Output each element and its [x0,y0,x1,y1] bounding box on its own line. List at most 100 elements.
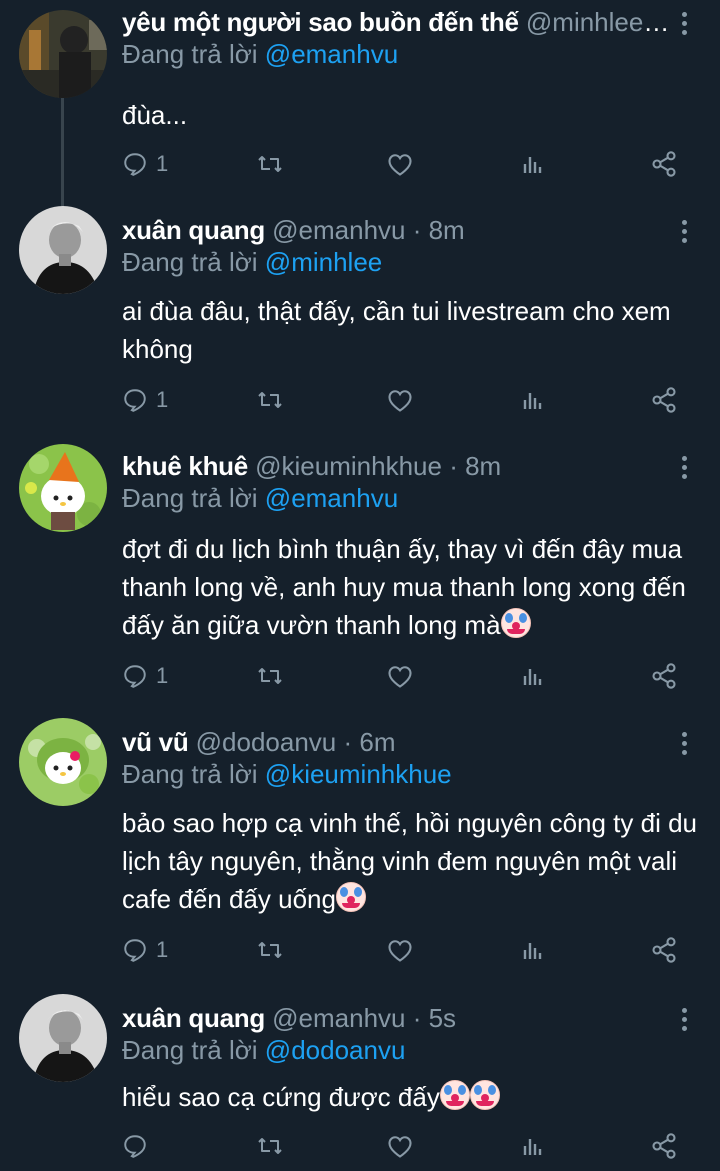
tweet-text-content: hiểu sao cạ cứng được đấy [122,1082,440,1112]
more-vertical-icon[interactable] [682,12,690,39]
retweet-button[interactable] [256,658,284,694]
like-button[interactable] [386,658,414,694]
heart-icon [388,666,412,688]
analytics-button[interactable] [520,658,544,694]
clown-face-emoji [439,1080,470,1110]
display-name[interactable]: vũ vũ [122,727,189,757]
tweet[interactable]: vũ vũ @dodoanvu · 6m Đang trả lời @kieum… [0,718,720,992]
handle[interactable]: @minhlee ·... [526,7,676,37]
replying-to: Đang trả lời @dodoanvu [122,1034,405,1066]
display-name[interactable]: yêu một người sao buồn đến thế [122,7,519,37]
reply-button[interactable]: 1 [122,146,168,182]
tweet-text: đợt đi du lịch bình thuận ấy, thay vì đế… [122,530,700,644]
share-icon [652,937,676,963]
share-button[interactable] [650,146,678,182]
mention-link[interactable]: @kieuminhkhue [265,759,452,789]
tweet-text: hiểu sao cạ cứng được đấy [122,1078,700,1116]
retweet-icon [258,1138,282,1154]
reply-count: 1 [156,387,169,412]
tweet-header: xuân quang @emanhvu · 8m [122,214,676,246]
handle[interactable]: @dodoanvu · 6m [196,727,396,757]
avatar[interactable] [19,444,107,532]
share-button[interactable] [650,932,678,968]
retweet-icon [258,668,282,684]
handle[interactable]: @emanhvu · 5s [272,1003,456,1033]
share-icon [652,1133,676,1159]
like-button[interactable] [386,382,414,418]
avatar[interactable] [19,718,107,806]
clown-face-emoji [335,882,366,912]
share-button[interactable] [650,658,678,694]
heart-icon [388,154,412,176]
reply-button[interactable]: 1 [122,382,168,418]
share-icon [652,387,676,413]
heart-icon [388,940,412,962]
like-button[interactable] [386,932,414,968]
more-vertical-icon[interactable] [682,220,690,247]
analytics-button[interactable] [520,382,544,418]
replying-prefix: Đang trả lời [122,1035,258,1065]
share-button[interactable] [650,1128,678,1164]
analytics-icon [523,393,542,409]
share-button[interactable] [650,382,678,418]
display-name[interactable]: xuân quang [122,215,265,245]
avatar[interactable] [19,206,107,294]
avatar[interactable] [19,10,107,98]
tweet[interactable]: yêu một người sao buồn đến thế @minhlee … [0,0,720,212]
action-bar: 1 [122,932,682,968]
tweet-header: khuê khuê @kieuminhkhue · 8m [122,450,676,482]
display-name[interactable]: xuân quang [122,1003,265,1033]
tweet[interactable]: xuân quang @emanhvu · 5s Đang trả lời @d… [0,994,720,1171]
retweet-button[interactable] [256,932,284,968]
clown-face-emoji [500,608,531,638]
thread-line [61,96,64,212]
tweet[interactable]: xuân quang @emanhvu · 8m Đang trả lời @m… [0,206,720,440]
replying-prefix: Đang trả lời [122,759,258,789]
replying-prefix: Đang trả lời [122,483,258,513]
mention-link[interactable]: @emanhvu [265,39,398,69]
reply-icon [124,153,146,176]
tweet[interactable]: khuê khuê @kieuminhkhue · 8m Đang trả lờ… [0,444,720,716]
handle[interactable]: @kieuminhkhue · 8m [255,451,501,481]
mention-link[interactable]: @emanhvu [265,483,398,513]
like-button[interactable] [386,146,414,182]
analytics-icon [523,157,542,173]
like-button[interactable] [386,1128,414,1164]
handle[interactable]: @emanhvu · 8m [272,215,465,245]
analytics-icon [523,1139,542,1155]
reply-icon [124,939,146,962]
replying-prefix: Đang trả lời [122,247,258,277]
more-vertical-icon[interactable] [682,1008,690,1035]
analytics-button[interactable] [520,146,544,182]
tweet-text: đùa... [122,100,188,130]
reply-icon [124,389,146,412]
avatar[interactable] [19,994,107,1082]
reply-icon [124,1135,146,1158]
tweet-text: ai đùa đâu, thật đấy, cần tui livestream… [122,296,671,364]
clown-face-emoji [469,1080,500,1110]
tweet-header: xuân quang @emanhvu · 5s [122,1002,676,1034]
replying-prefix: Đang trả lời [122,39,258,69]
more-vertical-icon[interactable] [682,456,690,483]
heart-icon [388,390,412,412]
display-name[interactable]: khuê khuê [122,451,248,481]
tweet-header: vũ vũ @dodoanvu · 6m [122,726,676,758]
reply-button[interactable] [122,1128,156,1164]
reply-count: 1 [156,663,169,688]
replying-to: Đang trả lời @minhlee [122,246,382,278]
tweet-text-content: bảo sao hợp cạ vinh thế, hồi nguyên công… [122,808,698,914]
retweet-icon [258,392,282,408]
mention-link[interactable]: @minhlee [265,247,382,277]
reply-button[interactable]: 1 [122,658,168,694]
replying-to: Đang trả lời @kieuminhkhue [122,758,452,790]
retweet-button[interactable] [256,382,284,418]
retweet-button[interactable] [256,1128,284,1164]
analytics-button[interactable] [520,1128,544,1164]
analytics-button[interactable] [520,932,544,968]
retweet-button[interactable] [256,146,284,182]
replying-to: Đang trả lời @emanhvu [122,38,398,70]
mention-link[interactable]: @dodoanvu [265,1035,406,1065]
reply-button[interactable]: 1 [122,932,168,968]
more-vertical-icon[interactable] [682,732,690,759]
tweet-text: bảo sao hợp cạ vinh thế, hồi nguyên công… [122,804,700,918]
